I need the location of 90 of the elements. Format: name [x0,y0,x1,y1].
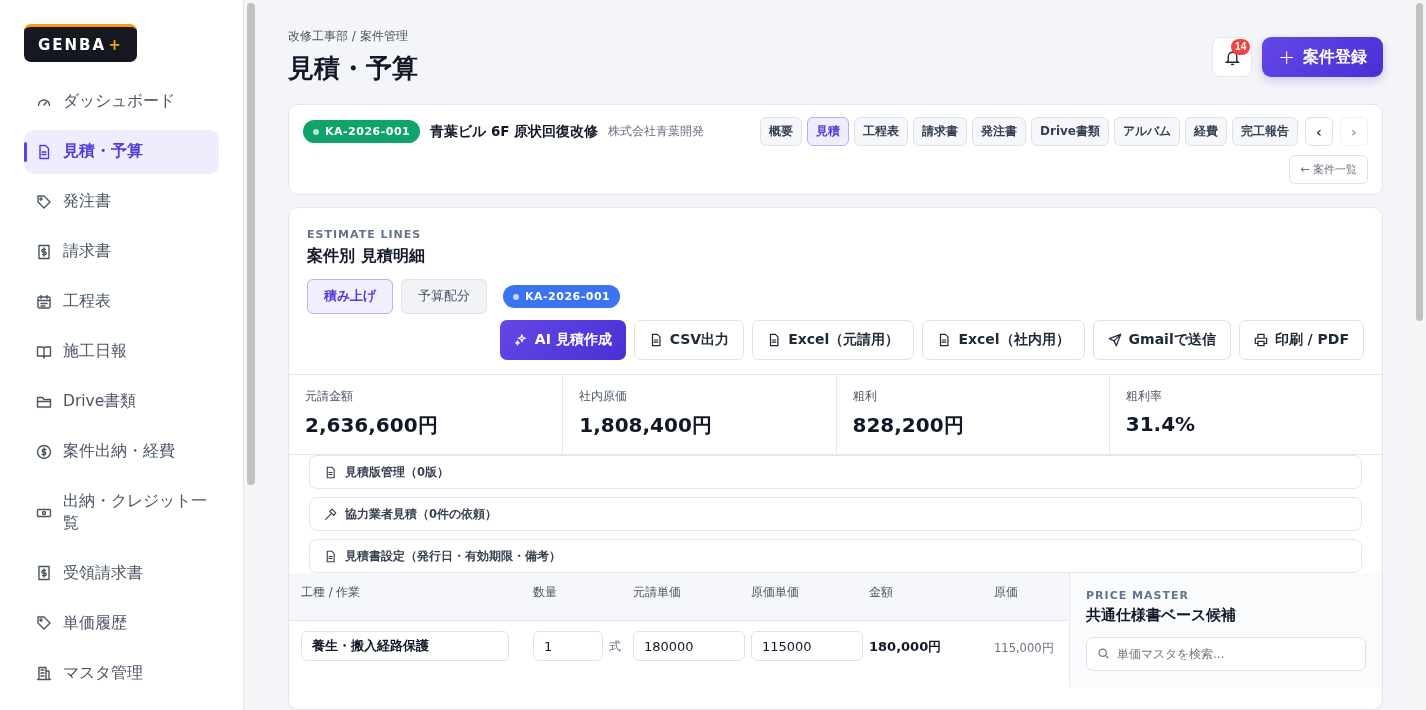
sidebar-item[interactable]: 受領請求書 [24,551,219,596]
export-button[interactable]: CSV出力 [633,320,745,360]
column-header: 原価単価 [751,585,800,600]
metric-value: 2,636,600円 [305,412,439,439]
column-header: 数量 [533,585,558,600]
breadcrumb: 改修工事部 / 案件管理 [288,28,409,45]
metric-label: 社内原価 [579,389,629,404]
book-icon [36,344,52,360]
project-tab[interactable]: Drive書類 [1031,117,1109,146]
unit-label: 式 [609,638,621,654]
column-header: 金額 [869,585,894,600]
metric-value: 31.4% [1125,412,1197,436]
sidebar-item[interactable]: 発注書 [24,180,219,224]
project-tab[interactable]: 発注書 [972,117,1027,146]
column-header: 元請単価 [633,585,682,600]
tag-icon [36,194,52,210]
amount-cell: 180,000円 [869,639,942,654]
project-tab[interactable]: 完工報告 [1232,117,1298,146]
ai-estimate-button[interactable]: AI 見積作成 [499,320,626,360]
receipt-icon [36,565,52,582]
scrollbar[interactable] [1413,0,1426,710]
client-name: 株式会社青葉開発 [608,123,705,140]
project-tab[interactable]: 請求書 [913,117,968,146]
project-tab[interactable]: 工程表 [854,117,909,146]
building-icon [36,665,52,682]
project-tab[interactable]: 概要 [760,117,803,146]
sidebar-item[interactable]: 案件出納・経費 [24,430,219,474]
printer-icon [1253,333,1268,347]
sidebar-item[interactable]: 見積・予算 [24,130,219,174]
sidebar-item[interactable]: 施工日報 [24,330,219,374]
project-name: 青葉ビル 6F 原状回復改修 [430,122,599,141]
section-title: 共通仕様書ベース候補 [1086,606,1237,625]
project-tab[interactable]: 経費 [1185,117,1227,146]
sidebar-item[interactable]: 工程表 [24,280,219,324]
document-icon [767,333,782,347]
sidebar-item[interactable]: 単価履歴 [24,601,219,646]
metric-label: 元請金額 [305,389,354,404]
add-project-button[interactable]: + 案件登録 [1262,37,1383,77]
sidebar-item[interactable]: 出納・クレジット一覧 [24,480,219,546]
metric-label: 粗利率 [1125,389,1163,404]
previous-button[interactable]: ‹ [1305,117,1333,146]
project-tab[interactable]: アルバム [1114,117,1180,146]
sparkle-icon [513,333,528,347]
project-tab[interactable]: 見積 [807,117,850,146]
metric-label: 粗利 [852,389,878,404]
notification-button[interactable]: 14 [1212,37,1253,77]
document-icon [324,549,337,563]
search-icon [1097,647,1110,660]
send-icon [1107,333,1122,347]
scrollbar[interactable] [244,0,258,710]
project-code-badge: KA-2026-001 [503,285,621,308]
mode-tab[interactable]: 予算配分 [401,279,487,314]
document-icon [937,333,952,347]
sidebar-item[interactable]: マスタ管理 [24,651,219,696]
document-icon [324,465,337,479]
collapsible-panel[interactable]: 見積版管理（0版） [309,455,1362,489]
quantity-field[interactable]: 1 [533,631,603,661]
section-label: ESTIMATE LINES [307,228,423,241]
unit-price-field[interactable]: 180000 [633,631,745,661]
notification-badge: 14 [1231,39,1251,55]
page-title: 見積・予算 [288,52,418,85]
section-label: PRICE MASTER [1086,589,1190,602]
calendar-icon [36,294,52,310]
tag-icon [36,615,52,632]
metric-value: 1,808,400円 [579,412,713,439]
logo[interactable]: GENBA+ [24,24,137,62]
metric-value: 828,200円 [852,412,965,439]
document-icon [36,144,52,160]
sidebar-item[interactable]: 請求書 [24,230,219,274]
project-code-badge: KA-2026-001 [303,120,421,143]
search-field[interactable]: 単価マスタを検索... [1086,637,1366,671]
export-button[interactable]: Excel（元請用） [752,320,915,360]
folder-icon [36,394,52,410]
cost-price-field[interactable]: 115000 [751,631,863,661]
send-button[interactable]: Gmailで送信 [1092,320,1231,360]
sidebar-item[interactable]: ダッシュボード [24,80,219,124]
cost-cell: 115,000円 [994,640,1054,655]
work-item-field[interactable]: 養生・搬入経路保護 [301,631,509,661]
export-button[interactable]: Excel（社内用） [922,320,1085,360]
collapsible-panel[interactable]: 協力業者見積（0件の依頼） [309,497,1362,531]
section-title: 案件別 見積明細 [307,246,426,267]
print-button[interactable]: 印刷 / PDF [1238,320,1364,360]
column-header: 工種 / 作業 [301,585,362,600]
back-to-list-button[interactable]: ← 案件一覧 [1289,155,1368,184]
sidebar-item[interactable]: Drive書類 [24,380,219,424]
hammer-icon [324,507,337,521]
receipt-icon [36,244,52,260]
collapsible-panel[interactable]: 見積書設定（発行日・有効期限・備考） [309,539,1362,573]
mode-tab[interactable]: 積み上げ [307,279,393,314]
coin-icon [36,444,52,460]
